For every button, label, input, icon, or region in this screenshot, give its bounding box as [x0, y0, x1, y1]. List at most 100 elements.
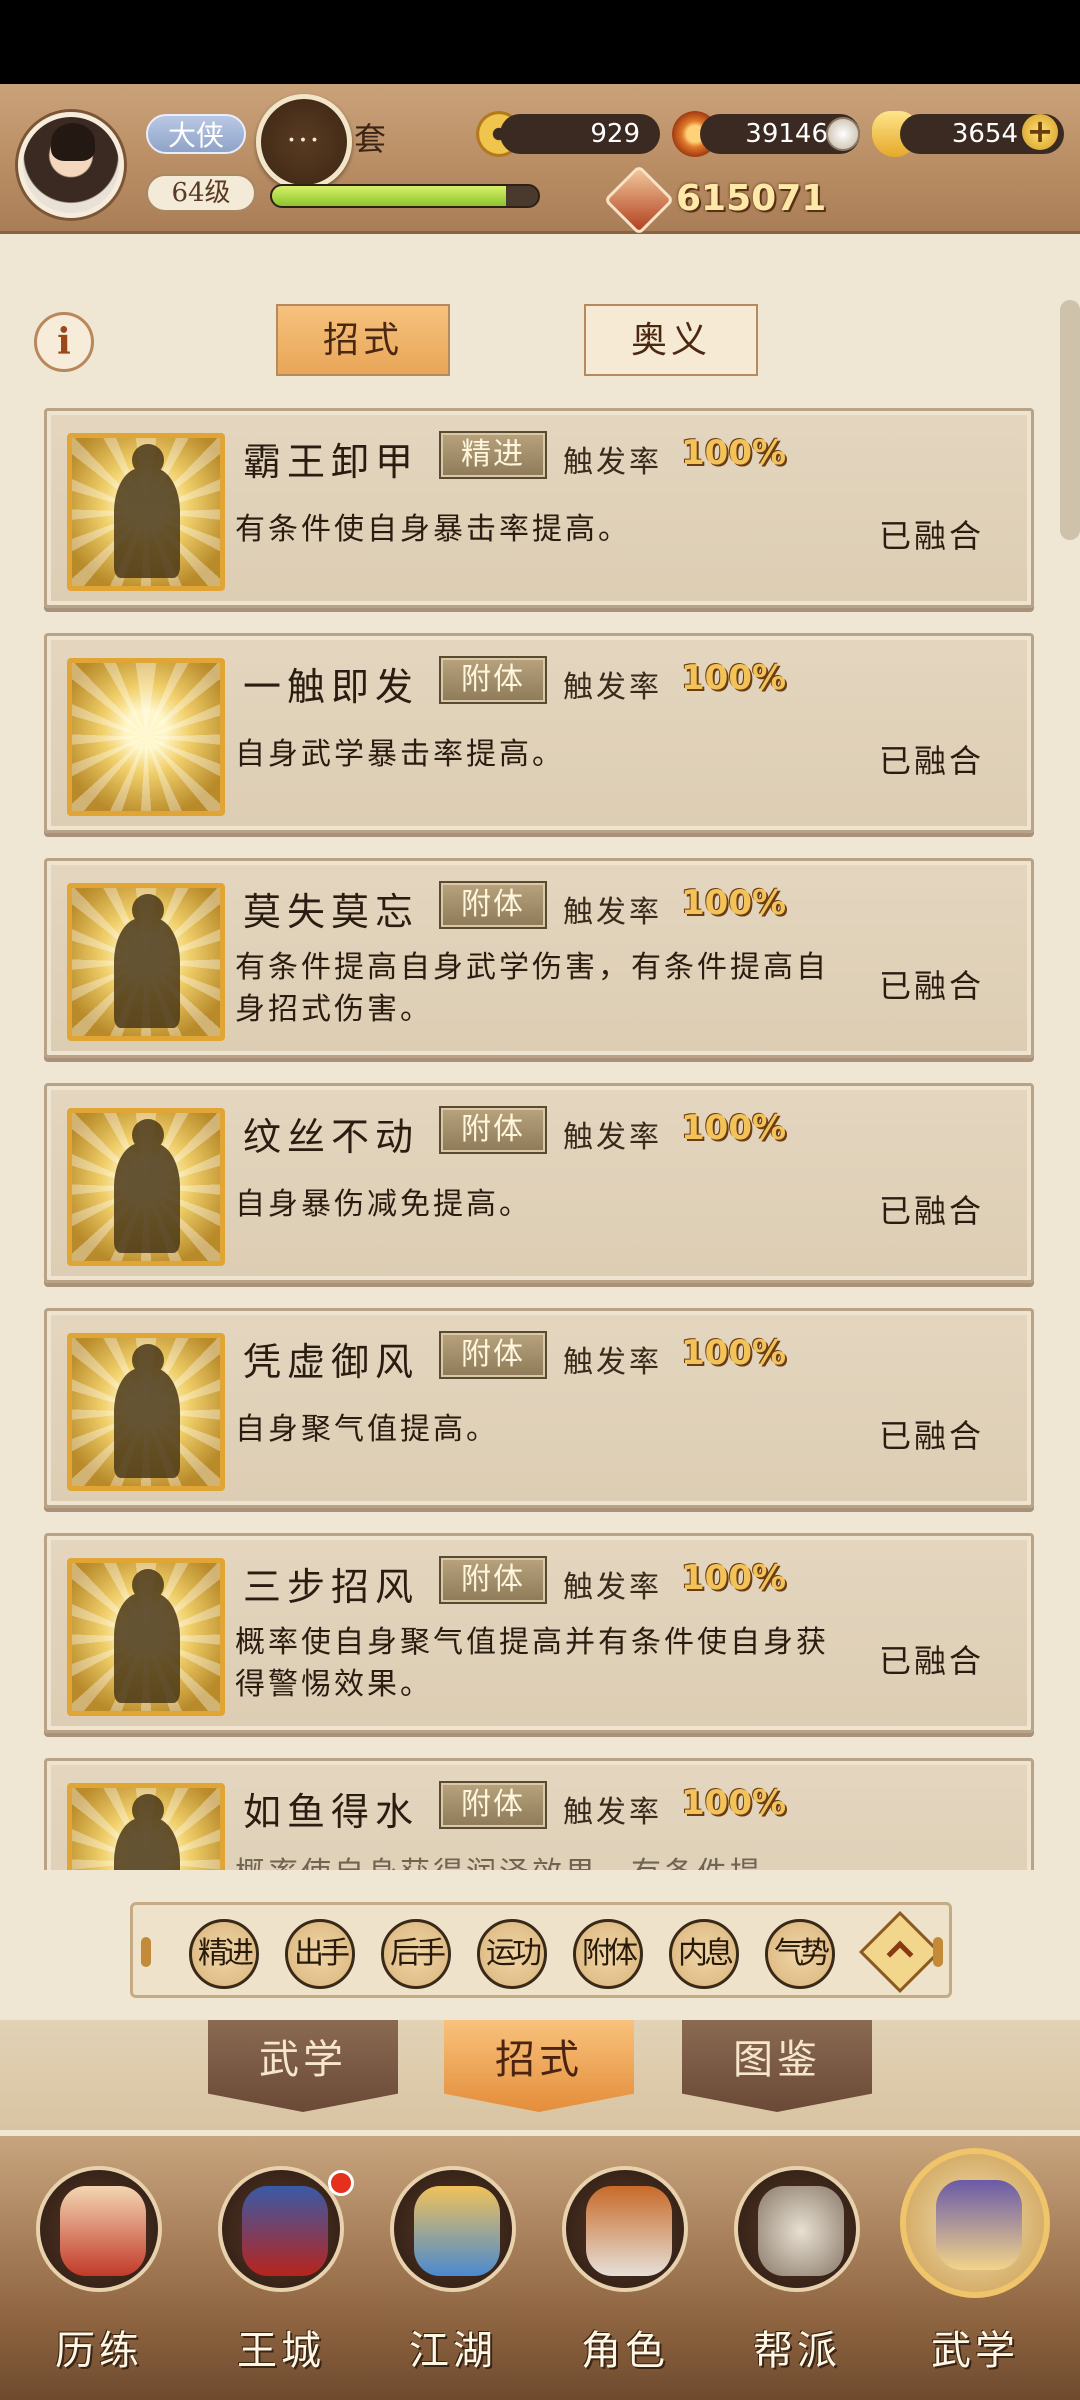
notification-badge	[328, 2170, 354, 2196]
nav-guild[interactable]: 帮派	[712, 2166, 882, 2396]
skill-icon	[67, 1558, 225, 1716]
trigger-rate-label: 触发率	[563, 1120, 662, 1155]
nav-royal-city[interactable]: 王城	[196, 2166, 366, 2396]
filter-chip[interactable]: 内息	[669, 1919, 739, 1989]
silver-coin-icon	[826, 117, 860, 151]
trigger-rate-value: 100%	[681, 883, 787, 923]
skill-status: 已融合	[879, 1192, 985, 1230]
nav-label: 王城	[237, 2328, 325, 2374]
trigger-rate-label: 触发率	[563, 1570, 662, 1605]
info-icon[interactable]: i	[34, 312, 94, 372]
skill-icon	[67, 433, 225, 591]
add-gold-button[interactable]: +	[1022, 114, 1058, 150]
skill-name: 三步招风	[243, 1565, 420, 1609]
skill-tag: 附体	[439, 656, 547, 704]
player-name: 套	[354, 120, 387, 158]
skill-icon	[67, 883, 225, 1041]
chat-icon[interactable]: ···	[256, 94, 352, 190]
skill-description: 有条件使自身暴击率提高。	[235, 512, 631, 547]
skill-card[interactable]: 霸王卸甲 精进 触发率 100% 有条件使自身暴击率提高。 已融合	[44, 408, 1034, 608]
player-header: 大侠 套 ··· 64级 929 39146 3654	[0, 84, 1080, 234]
training-icon	[36, 2166, 162, 2292]
skill-card[interactable]: 纹丝不动 附体 触发率 100% 自身暴伤减免提高。 已融合	[44, 1083, 1034, 1283]
trigger-rate-value: 100%	[681, 1783, 787, 1823]
nav-label: 武学	[931, 2328, 1019, 2374]
skill-tag: 附体	[439, 1106, 547, 1154]
trigger-rate-label: 触发率	[563, 670, 662, 705]
trigger-rate-value: 100%	[681, 1108, 787, 1148]
sword-icon	[390, 2166, 516, 2292]
guild-icon	[734, 2166, 860, 2292]
player-title-badge: 大侠	[146, 114, 246, 154]
filter-bar-end	[933, 1937, 943, 1967]
skill-icon	[67, 1333, 225, 1491]
trigger-rate-value: 100%	[681, 433, 787, 473]
nav-jianghu[interactable]: 江湖	[368, 2166, 538, 2396]
nav-martial-arts[interactable]: 武学	[890, 2148, 1060, 2396]
skill-status: 已融合	[879, 967, 985, 1005]
skill-tag: 附体	[439, 1331, 547, 1379]
skill-description: 自身聚气值提高。	[235, 1412, 499, 1447]
skill-tag: 附体	[439, 881, 547, 929]
exp-bar-fill	[272, 186, 507, 206]
skill-status: 已融合	[879, 517, 985, 555]
trigger-rate-label: 触发率	[563, 445, 662, 480]
tab-moves-section[interactable]: 招式	[444, 2020, 634, 2112]
skill-description: 概率使自身获得润泽效果，有条件提	[235, 1853, 835, 1870]
filter-bar-end	[141, 1937, 151, 1967]
skill-card[interactable]: 一触即发 附体 触发率 100% 自身武学暴击率提高。 已融合	[44, 633, 1034, 833]
nav-training[interactable]: 历练	[14, 2166, 184, 2396]
nav-label: 角色	[581, 2328, 669, 2374]
trigger-rate-value: 100%	[681, 658, 787, 698]
skill-card[interactable]: 如鱼得水 附体 触发率 100% 概率使自身获得润泽效果，有条件提	[44, 1758, 1034, 1870]
filter-chip[interactable]: 精进	[189, 1919, 259, 1989]
skill-card[interactable]: 凭虚御风 附体 触发率 100% 自身聚气值提高。 已融合	[44, 1308, 1034, 1508]
skill-card[interactable]: 莫失莫忘 附体 触发率 100% 有条件提高自身武学伤害，有条件提高自身招式伤害…	[44, 858, 1034, 1058]
skill-status: 已融合	[879, 1417, 985, 1455]
player-level: 64级	[146, 174, 256, 212]
nav-character[interactable]: 角色	[540, 2166, 710, 2396]
trigger-rate-value: 100%	[681, 1333, 787, 1373]
skill-icon	[67, 658, 225, 816]
combat-power-value: 615071	[676, 178, 827, 219]
skill-name: 霸王卸甲	[243, 440, 420, 484]
tag-filter-bar: 精进 出手 后手 运功 附体 内息 气势	[130, 1902, 952, 1998]
trigger-rate-value: 100%	[681, 1558, 787, 1598]
skill-name: 凭虚御风	[243, 1340, 420, 1384]
nav-label: 帮派	[753, 2328, 841, 2374]
skill-description: 概率使自身聚气值提高并有条件使自身获得警惕效果。	[235, 1625, 829, 1702]
skill-list[interactable]: 霸王卸甲 精进 触发率 100% 有条件使自身暴击率提高。 已融合 一触即发 附…	[0, 408, 1080, 1870]
player-avatar[interactable]	[18, 112, 124, 218]
scroll-icon	[900, 2148, 1050, 2298]
tab-mystic[interactable]: 奥义	[584, 304, 758, 376]
trigger-rate-label: 触发率	[563, 1345, 662, 1380]
collapse-filter-icon[interactable]	[858, 1910, 942, 1994]
tab-martial-arts[interactable]: 武学	[208, 2020, 398, 2112]
tab-compendium[interactable]: 图鉴	[682, 2020, 872, 2112]
copper-count: 929	[500, 114, 660, 154]
nav-label: 历练	[55, 2328, 143, 2374]
skill-tag: 精进	[439, 431, 547, 479]
skill-icon	[67, 1108, 225, 1266]
skill-name: 一触即发	[243, 665, 420, 709]
skill-name: 莫失莫忘	[243, 890, 420, 934]
skill-name: 如鱼得水	[243, 1790, 420, 1834]
character-icon	[562, 2166, 688, 2292]
skill-status: 已融合	[879, 742, 985, 780]
filter-chip[interactable]: 附体	[573, 1919, 643, 1989]
filter-chip[interactable]: 后手	[381, 1919, 451, 1989]
skill-name: 纹丝不动	[243, 1115, 420, 1159]
trigger-rate-label: 触发率	[563, 1795, 662, 1830]
skill-description: 自身武学暴击率提高。	[235, 737, 565, 772]
tab-moves[interactable]: 招式	[276, 304, 450, 376]
filter-chip[interactable]: 出手	[285, 1919, 355, 1989]
palace-icon	[218, 2166, 344, 2292]
filter-chip[interactable]: 运功	[477, 1919, 547, 1989]
skill-status: 已融合	[879, 1642, 985, 1680]
skill-icon	[67, 1783, 225, 1870]
filter-chip[interactable]: 气势	[765, 1919, 835, 1989]
skill-tag: 附体	[439, 1556, 547, 1604]
skill-description: 有条件提高自身武学伤害，有条件提高自身招式伤害。	[235, 950, 829, 1027]
skill-card[interactable]: 三步招风 附体 触发率 100% 概率使自身聚气值提高并有条件使自身获得警惕效果…	[44, 1533, 1034, 1733]
skill-tag: 附体	[439, 1781, 547, 1829]
